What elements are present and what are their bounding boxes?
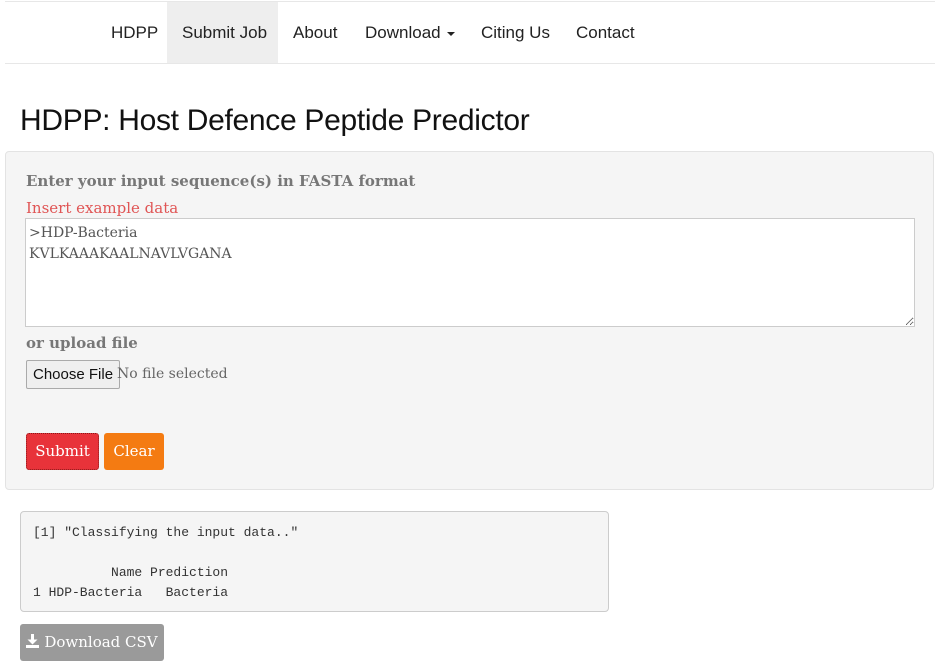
output-console: [1] "Classifying the input data.." Name … [20,511,609,612]
sequence-textarea[interactable]: >HDP-Bacteria KVLKAAAKAALNAVLVGANA [25,218,915,327]
output-line: [1] "Classifying the input data.." [33,525,299,540]
nav-item-submit-job[interactable]: Submit Job [167,2,278,63]
output-line: 1 HDP-Bacteria Bacteria [33,585,229,600]
nav-item-download[interactable]: Download [350,2,470,63]
caret-down-icon [446,31,455,36]
clear-button[interactable]: Clear [104,433,164,470]
download-csv-label: Download CSV [44,633,158,651]
download-csv-button[interactable]: Download CSV [20,624,164,661]
nav-item-contact[interactable]: Contact [561,2,650,63]
page-title: HDPP: Host Defence Peptide Predictor [20,104,530,137]
choose-file-button[interactable]: Choose File [26,360,121,389]
nav-item-download-label: Download [365,23,441,42]
output-line: Name Prediction [33,565,229,580]
input-panel: Enter your input sequence(s) in FASTA fo… [5,151,934,490]
no-file-selected-text: No file selected [117,366,228,382]
nav-item-about[interactable]: About [278,2,352,63]
insert-example-link[interactable]: Insert example data [26,199,178,217]
upload-file-label: or upload file [26,334,138,352]
sequence-input-label: Enter your input sequence(s) in FASTA fo… [26,172,416,190]
nav-item-citing-us[interactable]: Citing Us [466,2,565,63]
submit-button[interactable]: Submit [26,433,99,470]
nav-item-hdpp[interactable]: HDPP [96,2,173,63]
download-icon [26,634,40,648]
navbar: HDPP Submit Job About Download Citing Us… [5,1,935,64]
